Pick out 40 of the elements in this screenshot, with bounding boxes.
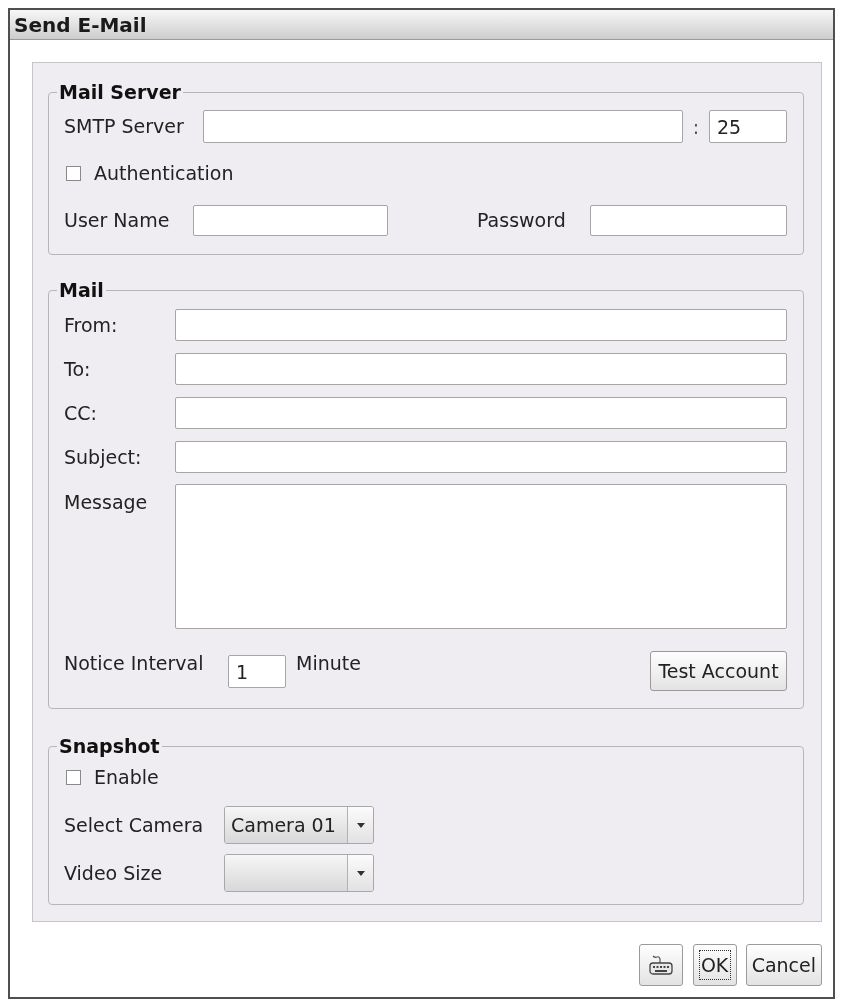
field-label: Message xyxy=(64,490,149,514)
colon-label: : xyxy=(691,115,701,138)
dialog-button[interactable]: OK xyxy=(692,944,737,986)
field-label: Video Size xyxy=(64,861,164,885)
server-field[interactable] xyxy=(203,110,683,143)
dialog-button[interactable]: Cancel xyxy=(745,944,822,986)
field-label: SMTP Server xyxy=(64,115,185,138)
group-title: Mail xyxy=(58,279,105,301)
field-label: Notice Interval xyxy=(64,651,205,675)
port-field[interactable]: 25 xyxy=(709,110,787,143)
text-field[interactable] xyxy=(175,353,787,385)
username-field[interactable] xyxy=(193,205,388,236)
field-label: Select Camera xyxy=(64,813,205,837)
text-field[interactable] xyxy=(175,397,787,429)
group-title: Snapshot xyxy=(58,735,161,757)
interval-field[interactable]: 1 xyxy=(228,655,286,688)
group-title: Mail Server xyxy=(58,81,182,103)
checkbox-label: Enable xyxy=(94,765,159,789)
keyboard-button[interactable] xyxy=(638,944,683,986)
test-account-button[interactable]: Test Account xyxy=(650,651,787,691)
field-label: CC: xyxy=(64,401,98,425)
message-field[interactable] xyxy=(175,484,787,629)
field-label: Subject: xyxy=(64,445,143,469)
caret-icon xyxy=(356,822,365,828)
field-label: To: xyxy=(64,357,92,381)
dropdown[interactable] xyxy=(224,854,374,892)
field-label: Password xyxy=(477,209,567,232)
dropdown[interactable]: Camera 01 xyxy=(224,806,374,844)
field-label: From: xyxy=(64,313,119,337)
password-field[interactable] xyxy=(590,205,787,236)
window-title: Send E-Mail xyxy=(14,12,147,37)
field-label: Minute xyxy=(296,651,361,675)
caret-icon xyxy=(356,870,365,876)
text-field[interactable] xyxy=(175,441,787,473)
field-label: User Name xyxy=(64,209,171,232)
checkbox[interactable] xyxy=(66,769,81,785)
text-field[interactable] xyxy=(175,309,787,341)
keyboard-icon xyxy=(648,955,673,975)
checkbox[interactable] xyxy=(66,165,81,181)
checkbox-label: Authentication xyxy=(94,161,234,185)
